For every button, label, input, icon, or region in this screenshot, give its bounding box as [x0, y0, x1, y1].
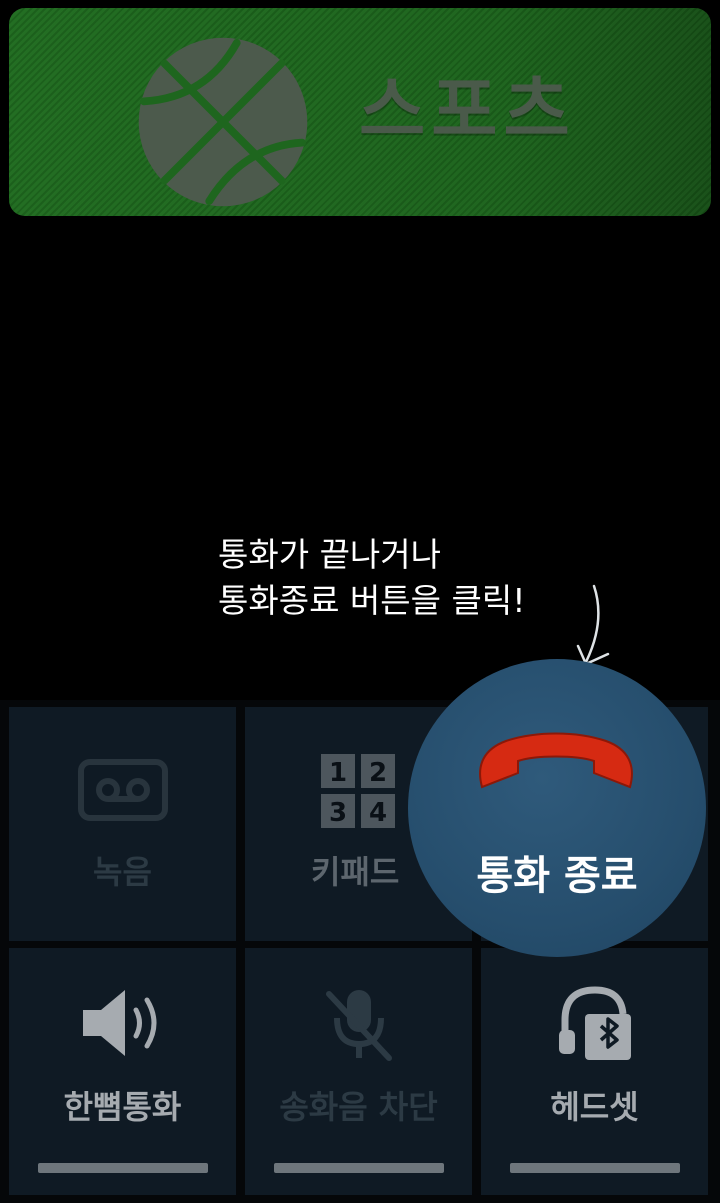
speaker-indicator-bar [38, 1163, 208, 1173]
speaker-button[interactable]: 한뼘통화 [9, 948, 236, 1195]
basketball-icon [138, 37, 308, 207]
record-button[interactable]: 녹음 [9, 707, 236, 941]
speaker-icon [83, 990, 157, 1056]
end-call-label: 통화 종료 [476, 853, 638, 899]
keypad-icon: 1 2 3 4 [321, 754, 395, 828]
headset-button[interactable]: 헤드셋 [481, 948, 708, 1195]
hint-arrow-icon [576, 584, 610, 666]
mute-indicator-bar [274, 1163, 444, 1173]
mute-mic-icon [326, 990, 392, 1061]
record-label: 녹음 [93, 853, 152, 891]
headset-indicator-bar [510, 1163, 680, 1173]
banner-title: 스포츠 [359, 68, 576, 152]
sports-banner: 스포츠 [9, 8, 711, 216]
hint-line-2: 통화종료 버튼을 클릭! [218, 581, 526, 620]
cassette-icon [78, 759, 168, 821]
hint-line-1: 통화가 끝나거나 [218, 535, 442, 574]
bluetooth-headset-icon [559, 986, 631, 1060]
hint-text: 통화가 끝나거나 통화종료 버튼을 클릭! [218, 532, 525, 624]
keypad-digit-3: 3 [329, 798, 347, 828]
hang-up-icon [479, 732, 633, 789]
end-call-button[interactable]: 통화 종료 [408, 659, 706, 957]
keypad-digit-1: 1 [329, 758, 347, 788]
mute-button[interactable]: 송화음 차단 [245, 948, 472, 1195]
keypad-digit-2: 2 [369, 758, 387, 788]
keypad-digit-4: 4 [369, 798, 387, 828]
mute-label: 송화음 차단 [279, 1088, 438, 1126]
speaker-label: 한뼘통화 [63, 1088, 182, 1126]
headset-label: 헤드셋 [550, 1088, 639, 1126]
